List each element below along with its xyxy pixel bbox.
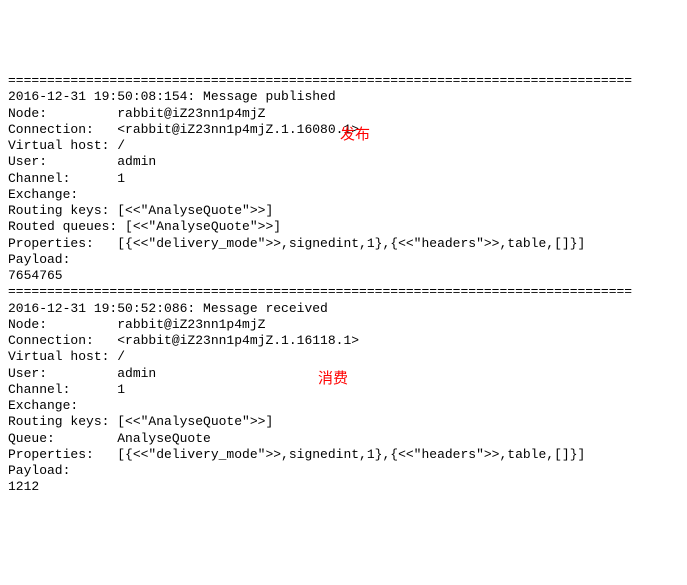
field-line: Connection: <rabbit@iZ23nn1p4mjZ.1.16118… bbox=[8, 333, 679, 349]
field-line: Routing keys: [<<"AnalyseQuote">>] bbox=[8, 203, 679, 219]
field-line: User: admin bbox=[8, 154, 679, 170]
field-line: Routing keys: [<<"AnalyseQuote">>] bbox=[8, 414, 679, 430]
field-line: Queue: AnalyseQuote bbox=[8, 431, 679, 447]
separator-line: ========================================… bbox=[8, 73, 679, 89]
field-line: Exchange: bbox=[8, 398, 679, 414]
field-line: Properties: [{<<"delivery_mode">>,signed… bbox=[8, 236, 679, 252]
field-line: Channel: 1 bbox=[8, 171, 679, 187]
field-line: Routed queues: [<<"AnalyseQuote">>] bbox=[8, 219, 679, 235]
field-line: Properties: [{<<"delivery_mode">>,signed… bbox=[8, 447, 679, 463]
field-line: Exchange: bbox=[8, 187, 679, 203]
event-header-line: 2016-12-31 19:50:52:086: Message receive… bbox=[8, 301, 679, 317]
payload-line: 7654765 bbox=[8, 268, 679, 284]
field-line: Node: rabbit@iZ23nn1p4mjZ bbox=[8, 317, 679, 333]
event-header-line: 2016-12-31 19:50:08:154: Message publish… bbox=[8, 89, 679, 105]
annotation-publish: 发布 bbox=[340, 126, 370, 145]
separator-line: ========================================… bbox=[8, 284, 679, 300]
field-line: Payload: bbox=[8, 252, 679, 268]
payload-line: 1212 bbox=[8, 479, 679, 495]
annotation-consume: 消费 bbox=[318, 370, 348, 389]
field-line: Virtual host: / bbox=[8, 349, 679, 365]
field-line: Payload: bbox=[8, 463, 679, 479]
field-line: Node: rabbit@iZ23nn1p4mjZ bbox=[8, 106, 679, 122]
